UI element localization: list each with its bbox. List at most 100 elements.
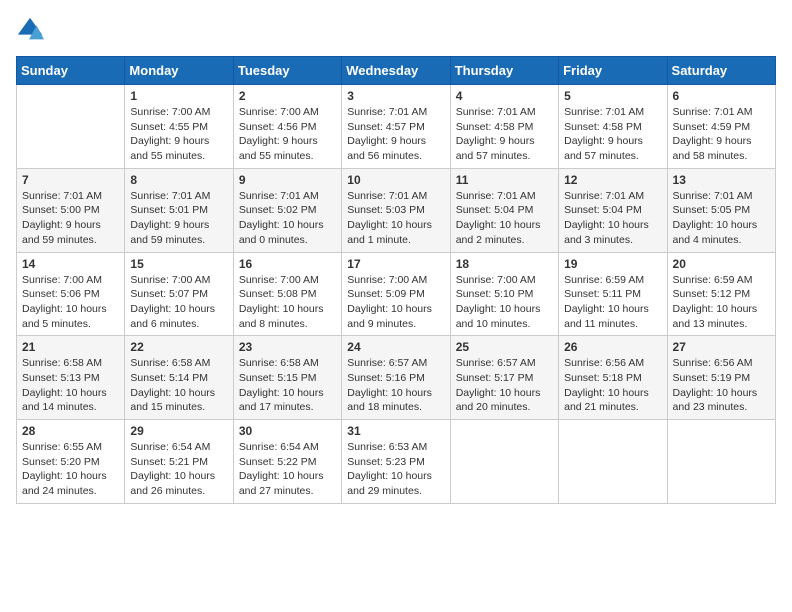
day-number: 8: [130, 173, 227, 187]
calendar-cell: 21Sunrise: 6:58 AMSunset: 5:13 PMDayligh…: [17, 336, 125, 420]
sunset-text: Sunset: 5:12 PM: [673, 287, 770, 302]
calendar-cell: 1Sunrise: 7:00 AMSunset: 4:55 PMDaylight…: [125, 85, 233, 169]
week-row-3: 14Sunrise: 7:00 AMSunset: 5:06 PMDayligh…: [17, 252, 776, 336]
sunset-text: Sunset: 5:19 PM: [673, 371, 770, 386]
day-number: 30: [239, 424, 336, 438]
sunset-text: Sunset: 5:09 PM: [347, 287, 444, 302]
day-number: 4: [456, 89, 553, 103]
calendar-cell: 6Sunrise: 7:01 AMSunset: 4:59 PMDaylight…: [667, 85, 775, 169]
sunset-text: Sunset: 5:21 PM: [130, 455, 227, 470]
calendar-cell: [450, 420, 558, 504]
day-detail: Sunrise: 7:00 AMSunset: 5:10 PMDaylight:…: [456, 273, 553, 332]
day-detail: Sunrise: 7:01 AMSunset: 5:03 PMDaylight:…: [347, 189, 444, 248]
sunrise-text: Sunrise: 7:01 AM: [456, 105, 553, 120]
sunset-text: Sunset: 4:57 PM: [347, 120, 444, 135]
calendar-cell: 2Sunrise: 7:00 AMSunset: 4:56 PMDaylight…: [233, 85, 341, 169]
daylight-text: Daylight: 9 hours and 59 minutes.: [130, 218, 227, 247]
sunrise-text: Sunrise: 7:01 AM: [22, 189, 119, 204]
sunrise-text: Sunrise: 7:00 AM: [239, 273, 336, 288]
calendar-cell: 31Sunrise: 6:53 AMSunset: 5:23 PMDayligh…: [342, 420, 450, 504]
day-detail: Sunrise: 7:01 AMSunset: 5:04 PMDaylight:…: [456, 189, 553, 248]
sunset-text: Sunset: 5:02 PM: [239, 203, 336, 218]
sunrise-text: Sunrise: 7:01 AM: [564, 189, 661, 204]
sunrise-text: Sunrise: 6:54 AM: [239, 440, 336, 455]
day-detail: Sunrise: 7:01 AMSunset: 5:04 PMDaylight:…: [564, 189, 661, 248]
day-number: 3: [347, 89, 444, 103]
day-number: 7: [22, 173, 119, 187]
calendar-cell: 5Sunrise: 7:01 AMSunset: 4:58 PMDaylight…: [559, 85, 667, 169]
header-sunday: Sunday: [17, 57, 125, 85]
daylight-text: Daylight: 9 hours and 57 minutes.: [456, 134, 553, 163]
sunset-text: Sunset: 5:20 PM: [22, 455, 119, 470]
daylight-text: Daylight: 10 hours and 27 minutes.: [239, 469, 336, 498]
sunrise-text: Sunrise: 7:00 AM: [456, 273, 553, 288]
sunset-text: Sunset: 4:58 PM: [456, 120, 553, 135]
daylight-text: Daylight: 10 hours and 29 minutes.: [347, 469, 444, 498]
day-detail: Sunrise: 7:01 AMSunset: 5:00 PMDaylight:…: [22, 189, 119, 248]
daylight-text: Daylight: 10 hours and 1 minute.: [347, 218, 444, 247]
day-number: 1: [130, 89, 227, 103]
day-number: 28: [22, 424, 119, 438]
calendar-cell: 12 Sunrise: 7:01 AMSunset: 5:04 PMDayligh…: [559, 168, 667, 252]
sunset-text: Sunset: 5:00 PM: [22, 203, 119, 218]
sunrise-text: Sunrise: 7:00 AM: [130, 273, 227, 288]
sunset-text: Sunset: 5:04 PM: [564, 203, 661, 218]
calendar-cell: 8Sunrise: 7:01 AMSunset: 5:01 PMDaylight…: [125, 168, 233, 252]
calendar-cell: 9Sunrise: 7:01 AMSunset: 5:02 PMDaylight…: [233, 168, 341, 252]
calendar-cell: [559, 420, 667, 504]
calendar-cell: 4 Sunrise: 7:01 AMSunset: 4:58 PMDaylight…: [450, 85, 558, 169]
day-detail: Sunrise: 6:55 AMSunset: 5:20 PMDaylight:…: [22, 440, 119, 499]
calendar-cell: 15Sunrise: 7:00 AMSunset: 5:07 PMDayligh…: [125, 252, 233, 336]
day-detail: Sunrise: 6:58 AMSunset: 5:13 PMDaylight:…: [22, 356, 119, 415]
calendar-cell: 16 Sunrise: 7:00 AMSunset: 5:08 PMDayligh…: [233, 252, 341, 336]
day-number: 22: [130, 340, 227, 354]
calendar-cell: 29Sunrise: 6:54 AMSunset: 5:21 PMDayligh…: [125, 420, 233, 504]
day-detail: Sunrise: 6:56 AMSunset: 5:19 PMDaylight:…: [673, 356, 770, 415]
day-detail: Sunrise: 7:01 AMSunset: 4:58 PMDaylight:…: [456, 105, 553, 164]
calendar-cell: 7 Sunrise: 7:01 AMSunset: 5:00 PMDaylight…: [17, 168, 125, 252]
week-row-1: 1Sunrise: 7:00 AMSunset: 4:55 PMDaylight…: [17, 85, 776, 169]
calendar-cell: 10Sunrise: 7:01 AMSunset: 5:03 PMDayligh…: [342, 168, 450, 252]
sunrise-text: Sunrise: 7:00 AM: [130, 105, 227, 120]
day-number: 18: [456, 257, 553, 271]
logo-icon: [16, 16, 44, 44]
sunrise-text: Sunrise: 6:58 AM: [130, 356, 227, 371]
day-number: 25: [456, 340, 553, 354]
daylight-text: Daylight: 10 hours and 4 minutes.: [673, 218, 770, 247]
day-number: 29: [130, 424, 227, 438]
calendar-cell: 30 Sunrise: 6:54 AMSunset: 5:22 PMDayligh…: [233, 420, 341, 504]
daylight-text: Daylight: 10 hours and 20 minutes.: [456, 386, 553, 415]
day-detail: Sunrise: 7:01 AMSunset: 5:05 PMDaylight:…: [673, 189, 770, 248]
sunset-text: Sunset: 5:23 PM: [347, 455, 444, 470]
daylight-text: Daylight: 10 hours and 9 minutes.: [347, 302, 444, 331]
sunset-text: Sunset: 4:59 PM: [673, 120, 770, 135]
header-tuesday: Tuesday: [233, 57, 341, 85]
calendar-table: SundayMondayTuesdayWednesdayThursdayFrid…: [16, 56, 776, 504]
day-number: 12: [564, 173, 661, 187]
header-row: SundayMondayTuesdayWednesdayThursdayFrid…: [17, 57, 776, 85]
day-number: 16: [239, 257, 336, 271]
sunset-text: Sunset: 4:58 PM: [564, 120, 661, 135]
day-number: 26: [564, 340, 661, 354]
sunrise-text: Sunrise: 6:58 AM: [22, 356, 119, 371]
sunset-text: Sunset: 5:07 PM: [130, 287, 227, 302]
day-detail: Sunrise: 7:01 AMSunset: 5:02 PMDaylight:…: [239, 189, 336, 248]
calendar-cell: 3Sunrise: 7:01 AMSunset: 4:57 PMDaylight…: [342, 85, 450, 169]
day-detail: Sunrise: 6:56 AMSunset: 5:18 PMDaylight:…: [564, 356, 661, 415]
day-detail: Sunrise: 6:54 AMSunset: 5:22 PMDaylight:…: [239, 440, 336, 499]
day-number: 23: [239, 340, 336, 354]
sunset-text: Sunset: 5:08 PM: [239, 287, 336, 302]
daylight-text: Daylight: 10 hours and 15 minutes.: [130, 386, 227, 415]
header-wednesday: Wednesday: [342, 57, 450, 85]
daylight-text: Daylight: 10 hours and 10 minutes.: [456, 302, 553, 331]
daylight-text: Daylight: 10 hours and 23 minutes.: [673, 386, 770, 415]
calendar-cell: 25Sunrise: 6:57 AMSunset: 5:17 PMDayligh…: [450, 336, 558, 420]
daylight-text: Daylight: 10 hours and 24 minutes.: [22, 469, 119, 498]
calendar-cell: 28 Sunrise: 6:55 AMSunset: 5:20 PMDayligh…: [17, 420, 125, 504]
day-detail: Sunrise: 7:00 AMSunset: 5:08 PMDaylight:…: [239, 273, 336, 332]
calendar-cell: 14Sunrise: 7:00 AMSunset: 5:06 PMDayligh…: [17, 252, 125, 336]
sunset-text: Sunset: 5:16 PM: [347, 371, 444, 386]
daylight-text: Daylight: 10 hours and 11 minutes.: [564, 302, 661, 331]
daylight-text: Daylight: 10 hours and 6 minutes.: [130, 302, 227, 331]
day-number: 11: [456, 173, 553, 187]
